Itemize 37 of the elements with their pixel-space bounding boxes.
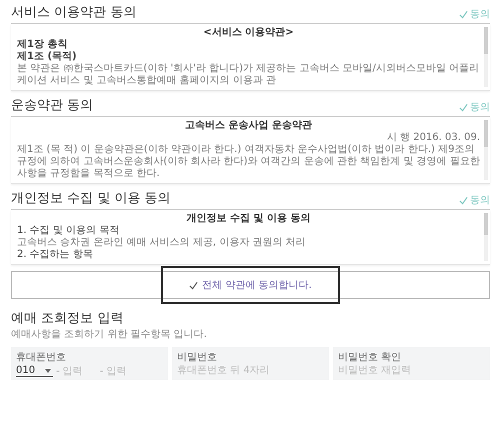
clause-title: 2. 수집하는 항목 — [17, 249, 94, 261]
clause-title: 1. 수집 및 이용의 목적 — [17, 225, 120, 237]
password-field[interactable]: 비밀번호 휴대폰번호 뒤 4자리 — [172, 347, 329, 380]
input-field[interactable]: 입력 — [106, 366, 140, 376]
section-title: 개인정보 수집 및 이용 동의 — [11, 190, 171, 207]
field-label: 휴대폰번호 — [16, 351, 67, 364]
terms-paragraph: 제1조 (목 적) 이 운송약관은(이하 약관이라 한다.) 여객자동차 운수사업법(이하 법이라 한다.) 제9조의 규정에 의하여 고속버스운송회사(이하 회사라 한다)와 여객간의 운송에 관한 책임한계 및 경영에 필요한 사항을 규정함을 목적으로 한다. — [17, 144, 480, 180]
terms-paragraph: 고속버스 승차권 온라인 예매 서비스의 제공, 이용자 권원의 처리 — [17, 237, 307, 249]
check-icon — [459, 196, 468, 204]
input-field[interactable]: 입력 — [62, 366, 97, 376]
password-input[interactable]: 비밀번호 재입력 — [338, 365, 485, 376]
check-icon — [189, 280, 198, 290]
section-subtitle: 예매사항을 조회하기 위한 필수항목 입니다. — [11, 328, 208, 341]
terms-heading: <서비스 이용약관> — [202, 27, 295, 39]
terms-paragraph: 본 약관은 ㈜한국스마트카드(이하 '회사'라 합니다)가 제공하는 고속버스 모바일/시외버스모바일 어플리케이션 서비스 및 고속버스통합예매 홈페이지의 이용과 관 — [17, 63, 480, 87]
password-confirm-field[interactable]: 비밀번호 확인 비밀번호 재입력 — [333, 347, 490, 380]
effective-date: 시 행 2016. 03. 09. — [386, 132, 480, 144]
agree-all-button[interactable]: 전체 약관에 동의합니다. — [161, 266, 340, 304]
terms-heading: 개인정보 수집 및 이용 동의 — [186, 213, 312, 225]
section-title: 운송약관 동의 — [11, 97, 94, 114]
scrollbar[interactable] — [484, 213, 488, 261]
section-title: 예매 조회정보 입력 — [11, 310, 124, 327]
separator: - — [100, 366, 104, 376]
field-label: 비밀번호 확인 — [338, 351, 402, 364]
section-title: 서비스 이용약관 동의 — [11, 4, 136, 21]
field-label: 비밀번호 — [177, 351, 218, 364]
prefix-dropdown[interactable]: 010 — [16, 365, 54, 377]
terms-heading: 고속버스 운송사업 운송약관 — [184, 120, 313, 132]
password-input[interactable]: 휴대폰번호 뒤 4자리 — [177, 365, 324, 376]
clause-title: 제1장 총칙 — [17, 39, 68, 51]
check-icon — [459, 102, 468, 112]
separator: - — [56, 366, 60, 376]
clause-title: 제1조 (목적) — [17, 51, 78, 63]
check-icon — [459, 10, 468, 18]
caret-icon — [45, 368, 52, 372]
scrollbar[interactable] — [484, 120, 488, 180]
scrollbar[interactable] — [484, 27, 488, 87]
